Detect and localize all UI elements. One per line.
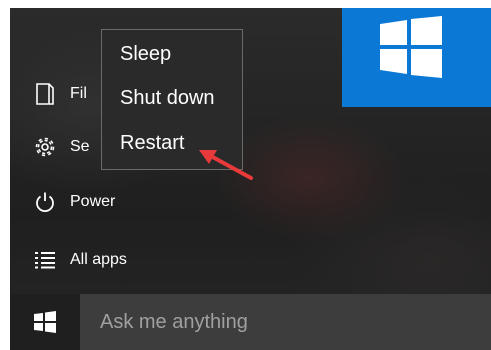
windows-tile[interactable] <box>342 8 491 107</box>
start-button[interactable] <box>10 294 80 350</box>
start-item-all-apps[interactable]: All apps <box>32 240 127 280</box>
start-item-label: Se <box>70 138 90 155</box>
windows-logo-icon <box>380 16 442 78</box>
start-item-label: All apps <box>70 251 127 268</box>
gear-icon <box>32 134 58 160</box>
start-menu-screen: Fil Se Power All apps Sleep Shut down Re… <box>10 8 491 350</box>
start-item-label: Power <box>70 193 116 210</box>
start-item-label: Fil <box>70 85 87 102</box>
start-item-settings[interactable]: Se <box>32 127 90 167</box>
taskbar <box>10 294 491 350</box>
power-icon <box>32 189 58 215</box>
annotation-arrow-icon <box>199 150 253 180</box>
windows-logo-icon <box>34 311 56 333</box>
sleep-option[interactable]: Sleep <box>102 36 242 76</box>
file-icon <box>32 81 58 107</box>
list-icon <box>32 247 58 273</box>
search-input[interactable] <box>98 309 472 335</box>
start-item-power[interactable]: Power <box>32 182 115 222</box>
shut-down-option[interactable]: Shut down <box>102 76 242 121</box>
cortana-search-box[interactable] <box>80 294 491 350</box>
start-item-file-explorer[interactable]: Fil <box>32 74 87 114</box>
